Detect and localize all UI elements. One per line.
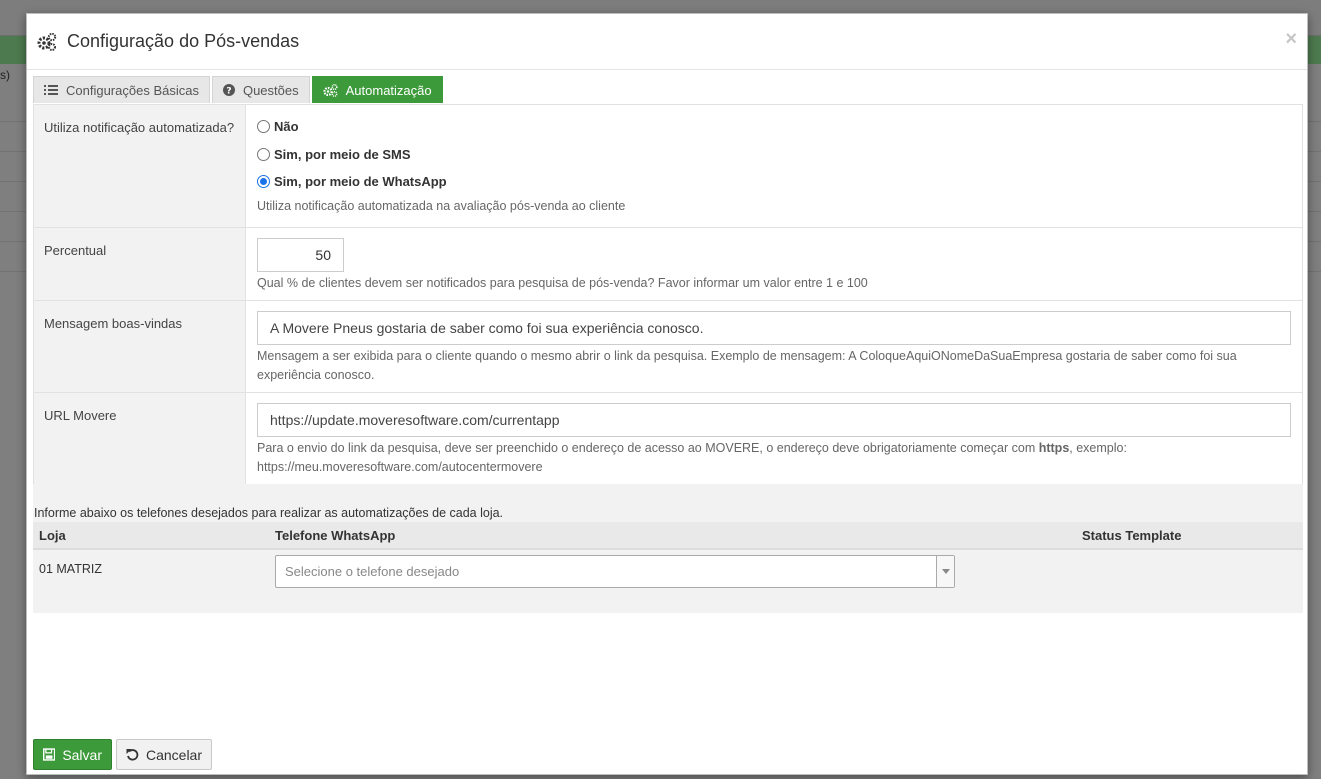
save-button-label: Salvar xyxy=(62,746,102,763)
radio-label: Sim, por meio de SMS xyxy=(274,146,411,162)
column-header-status: Status Template xyxy=(1082,528,1182,543)
column-header-phone: Telefone WhatsApp xyxy=(275,528,396,543)
radio-option-no[interactable]: Não xyxy=(257,113,1291,141)
gears-icon xyxy=(37,32,57,51)
undo-icon xyxy=(126,749,139,761)
stores-section: Informe abaixo os telefones desejados pa… xyxy=(33,484,1303,613)
tab-basic-settings[interactable]: Configurações Básicas xyxy=(33,76,210,103)
phone-select[interactable]: Selecione o telefone desejado xyxy=(275,555,955,588)
phone-select-placeholder: Selecione o telefone desejado xyxy=(285,564,460,579)
notification-row: Utiliza notificação automatizada? Não Si… xyxy=(34,105,1302,228)
url-help-text: Para o envio do link da pesquisa, deve s… xyxy=(257,441,1039,455)
percentual-row: Percentual Qual % de clientes devem ser … xyxy=(34,228,1302,301)
floppy-disk-icon xyxy=(43,748,56,761)
tab-label: Configurações Básicas xyxy=(66,82,199,98)
list-icon xyxy=(44,85,58,95)
url-label: URL Movere xyxy=(34,393,246,485)
svg-text:?: ? xyxy=(226,86,231,96)
tab-label: Questões xyxy=(242,82,299,98)
modal-header: Configuração do Pós-vendas × xyxy=(27,14,1307,70)
url-help-bold: https xyxy=(1038,441,1070,455)
radio-option-sms[interactable]: Sim, por meio de SMS xyxy=(257,141,1291,169)
caret-down-icon[interactable] xyxy=(936,556,954,587)
column-header-loja: Loja xyxy=(39,528,66,543)
modal-title: Configuração do Pós-vendas xyxy=(67,31,300,51)
welcome-message-help: Mensagem a ser exibida para o cliente qu… xyxy=(257,349,1237,382)
store-name: 01 MATRIZ xyxy=(39,562,102,576)
tab-questions[interactable]: ? Questões xyxy=(211,76,310,103)
radio-button-checked[interactable] xyxy=(257,175,270,189)
url-input[interactable] xyxy=(257,403,1291,437)
automation-form: Utiliza notificação automatizada? Não Si… xyxy=(33,104,1303,486)
tab-automation[interactable]: Automatização xyxy=(311,76,443,103)
url-row: URL Movere Para o envio do link da pesqu… xyxy=(34,393,1302,485)
percentual-label: Percentual xyxy=(34,228,246,300)
cancel-button-label: Cancelar xyxy=(145,746,202,763)
close-button[interactable]: × xyxy=(1285,28,1297,51)
save-button[interactable]: Salvar xyxy=(33,739,112,770)
radio-label: Sim, por meio de WhatsApp xyxy=(274,174,447,190)
background-edge-text: s) xyxy=(0,68,10,82)
radio-label: Não xyxy=(274,119,299,135)
radio-option-whatsapp[interactable]: Sim, por meio de WhatsApp xyxy=(257,168,1291,196)
radio-button[interactable] xyxy=(257,120,270,134)
welcome-message-row: Mensagem boas-vindas Mensagem a ser exib… xyxy=(34,301,1302,393)
gears-icon xyxy=(323,83,338,97)
percentual-help: Qual % de clientes devem ser notificados… xyxy=(257,276,868,290)
radio-button[interactable] xyxy=(257,147,270,161)
stores-info-text: Informe abaixo os telefones desejados pa… xyxy=(34,506,504,520)
percentual-input[interactable] xyxy=(257,238,344,272)
cancel-button[interactable]: Cancelar xyxy=(116,739,212,770)
tab-label: Automatização xyxy=(345,82,432,98)
tab-bar: Configurações Básicas ? Questões Automat… xyxy=(33,76,443,104)
welcome-message-input[interactable] xyxy=(257,311,1291,345)
notification-label: Utiliza notificação automatizada? xyxy=(34,105,246,227)
post-sales-config-modal: Configuração do Pós-vendas × Configuraçõ… xyxy=(26,13,1308,775)
notification-help: Utiliza notificação automatizada na aval… xyxy=(257,198,626,213)
question-circle-icon: ? xyxy=(222,84,235,96)
url-help: Para o envio do link da pesquisa, deve s… xyxy=(257,439,1291,477)
welcome-message-label: Mensagem boas-vindas xyxy=(34,301,246,392)
stores-table-header: Loja Telefone WhatsApp Status Template xyxy=(33,522,1303,550)
